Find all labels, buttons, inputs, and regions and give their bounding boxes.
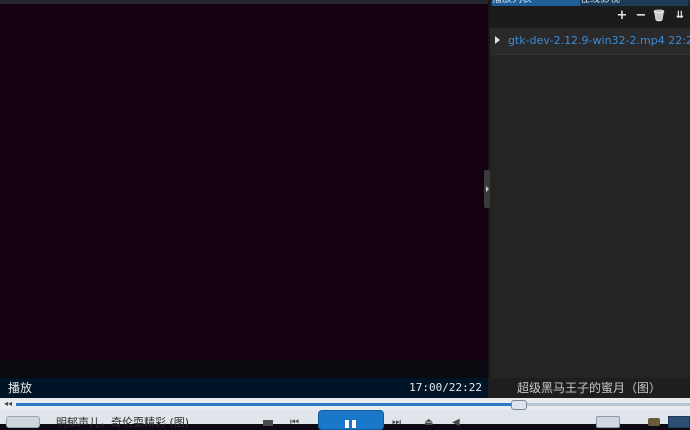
settings-button[interactable] <box>6 416 40 428</box>
volume-icon[interactable]: ◀ <box>452 418 460 428</box>
collapse-panel-handle[interactable] <box>484 170 490 208</box>
seek-progress <box>16 403 519 406</box>
video-display[interactable] <box>0 0 488 360</box>
trash-icon[interactable]: 🗑 <box>652 8 666 24</box>
playlist-toggle-button[interactable] <box>596 416 620 428</box>
video-top-strip <box>0 0 488 4</box>
stop-icon[interactable] <box>263 420 273 426</box>
playlist-panel <box>488 0 690 378</box>
previous-icon[interactable]: ⏮ <box>290 418 299 428</box>
ad-link[interactable]: 超级黑马王子的蜜月（图） <box>488 378 690 398</box>
news-ticker[interactable]: 明郁声儿，奇伦耍精彩 (图) <box>56 416 189 430</box>
time-display: 17:00/22:22 <box>409 381 482 394</box>
chevron-right-icon <box>486 186 489 192</box>
rewind-icon[interactable]: ◂◂ <box>4 400 12 408</box>
open-file-icon[interactable]: ⏏ <box>424 418 433 428</box>
pause-icon <box>345 420 349 428</box>
seek-thumb[interactable] <box>511 400 527 410</box>
pause-button[interactable] <box>318 410 384 430</box>
video-bottom-strip <box>0 360 488 378</box>
toolbox-icon[interactable] <box>648 418 660 426</box>
double-arrow-down-icon[interactable]: ⇊ <box>672 8 686 24</box>
triangle-right-icon[interactable] <box>495 36 500 44</box>
minus-icon[interactable]: − <box>634 8 648 24</box>
monitor-icon[interactable] <box>668 416 690 428</box>
plus-icon[interactable]: + <box>615 8 629 24</box>
playback-status: 播放 <box>8 381 33 395</box>
next-icon[interactable]: ⏭ <box>392 418 401 428</box>
playlist-item[interactable]: gtk-dev-2.12.9-win32-2.mp4 22:22 <box>508 33 690 49</box>
